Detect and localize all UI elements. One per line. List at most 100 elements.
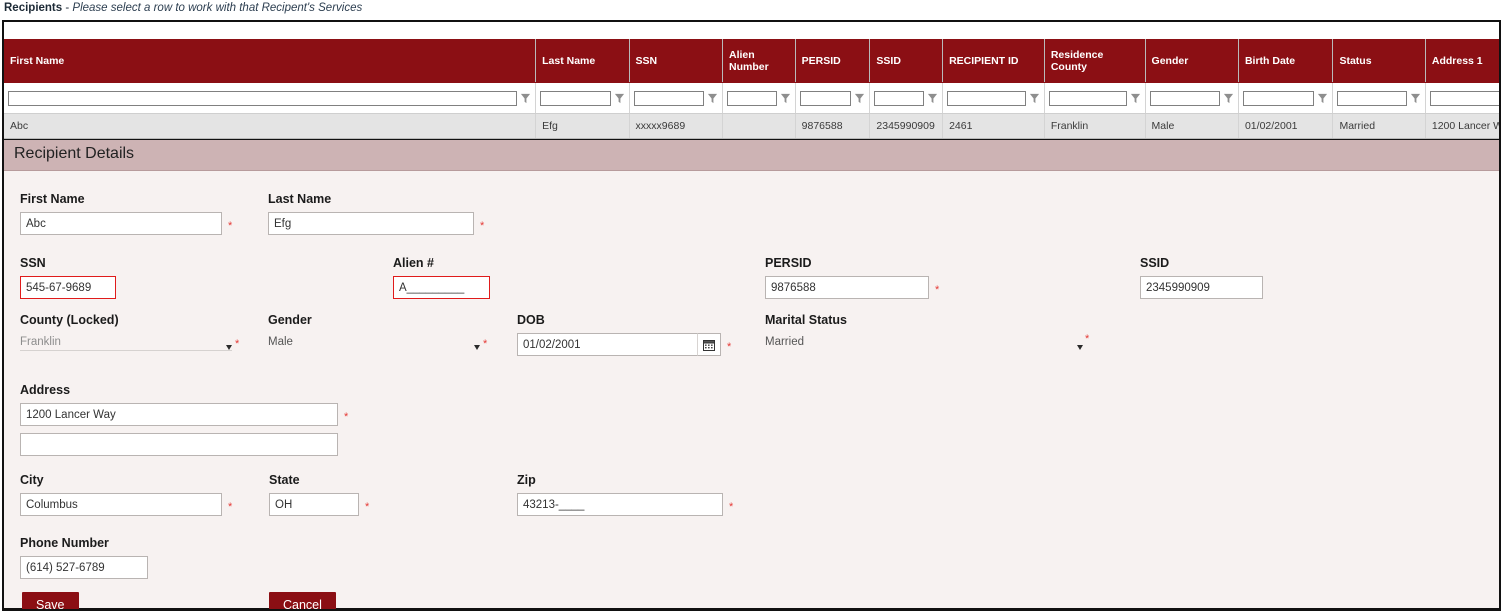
- filter-input-address_1[interactable]: [1429, 90, 1499, 106]
- filter-input-status[interactable]: [1337, 90, 1407, 106]
- cell-alien_number[interactable]: [722, 113, 796, 139]
- cell-ssid[interactable]: 2345990909: [869, 113, 944, 139]
- next-row-cell-status[interactable]: [1333, 610, 1425, 611]
- zip-label: Zip: [517, 473, 536, 487]
- funnel-icon[interactable]: [854, 93, 865, 104]
- column-header-recipient_id[interactable]: RECIPIENT ID: [942, 39, 1045, 83]
- filter-input-ssn[interactable]: [633, 90, 704, 106]
- marital-status-label: Marital Status: [765, 313, 847, 327]
- next-row-cell-recipient_id[interactable]: [943, 610, 1045, 611]
- column-header-ssn[interactable]: SSN: [629, 39, 723, 83]
- alien-number-field: Alien # A_________: [393, 256, 490, 299]
- filter-input-ssid[interactable]: [874, 90, 925, 106]
- address-label: Address: [20, 383, 71, 397]
- gender-dropdown[interactable]: Male: [268, 331, 480, 353]
- calendar-icon[interactable]: [697, 333, 721, 356]
- dob-input[interactable]: 01/02/2001: [517, 333, 697, 356]
- column-header-gender[interactable]: Gender: [1145, 39, 1239, 83]
- first-name-required-marker: *: [228, 219, 233, 232]
- page-title-sub: Please select a row to work with that Re…: [72, 2, 363, 14]
- next-row-cell-address_1[interactable]: [1425, 610, 1501, 611]
- recipients-page: Recipients - Please select a row to work…: [0, 0, 1503, 613]
- address-line2-input[interactable]: [20, 433, 338, 456]
- filter-input-first_name[interactable]: [8, 90, 518, 106]
- ssid-label: SSID: [1140, 256, 1170, 270]
- ssid-input[interactable]: 2345990909: [1140, 276, 1263, 299]
- next-row-cell-alien_number[interactable]: [722, 610, 795, 611]
- marital-status-required-marker: *: [1085, 333, 1090, 345]
- filter-input-persid[interactable]: [799, 90, 852, 106]
- cell-gender[interactable]: Male: [1145, 113, 1239, 139]
- alien-number-input[interactable]: A_________: [393, 276, 490, 299]
- cell-persid[interactable]: 9876588: [795, 113, 871, 139]
- column-header-birth_date[interactable]: Birth Date: [1238, 39, 1334, 83]
- grid-next-row-table: [4, 610, 1501, 611]
- cancel-button[interactable]: Cancel: [269, 592, 336, 609]
- recipient-details-panel: Recipient Details First Name Abc * Last …: [4, 139, 1499, 609]
- column-header-first_name[interactable]: First Name: [4, 39, 537, 83]
- funnel-icon[interactable]: [707, 93, 718, 104]
- next-row-cell-birth_date[interactable]: [1238, 610, 1332, 611]
- funnel-icon[interactable]: [1130, 93, 1141, 104]
- table-filter-row: [4, 82, 1499, 114]
- funnel-icon[interactable]: [614, 93, 625, 104]
- next-row-cell-ssid[interactable]: [870, 610, 943, 611]
- last-name-input[interactable]: Efg: [268, 212, 474, 235]
- filter-input-last_name[interactable]: [540, 90, 611, 106]
- dob-datepicker[interactable]: 01/02/2001: [517, 333, 721, 356]
- next-row-cell-gender[interactable]: [1145, 610, 1238, 611]
- table-row[interactable]: Abc Efg xxxxx9689 9876588 2345990909 2461 Fran…: [4, 113, 1499, 139]
- next-row-cell-ssn[interactable]: [629, 610, 722, 611]
- chevron-down-icon: [474, 345, 480, 350]
- address-line1-input[interactable]: 1200 Lancer Way: [20, 403, 338, 426]
- column-header-ssid[interactable]: SSID: [869, 39, 944, 83]
- filter-cell-status: [1332, 82, 1426, 114]
- phone-input[interactable]: (614) 527-6789: [20, 556, 148, 579]
- cell-last_name[interactable]: Efg: [535, 113, 630, 139]
- funnel-icon[interactable]: [1410, 93, 1421, 104]
- city-input[interactable]: Columbus: [20, 493, 222, 516]
- filter-input-birth_date[interactable]: [1242, 90, 1315, 106]
- next-row-cell-last_name[interactable]: [536, 610, 629, 611]
- funnel-icon[interactable]: [780, 93, 791, 104]
- cell-address_1[interactable]: 1200 Lancer Way: [1425, 113, 1499, 139]
- cell-residence_county[interactable]: Franklin: [1044, 113, 1146, 139]
- zip-field: Zip 43213-____ *: [517, 473, 733, 516]
- state-required-marker: *: [365, 500, 370, 513]
- persid-input[interactable]: 9876588: [765, 276, 929, 299]
- column-header-last_name[interactable]: Last Name: [535, 39, 630, 83]
- state-input[interactable]: OH: [269, 493, 359, 516]
- funnel-icon[interactable]: [1223, 93, 1234, 104]
- column-header-persid[interactable]: PERSID: [795, 39, 871, 83]
- next-row-cell-first_name[interactable]: [4, 610, 536, 611]
- funnel-icon[interactable]: [520, 93, 531, 104]
- cell-recipient_id[interactable]: 2461: [942, 113, 1045, 139]
- next-row-cell-persid[interactable]: [795, 610, 870, 611]
- next-row-cell-residence_county[interactable]: [1044, 610, 1145, 611]
- column-header-alien_number[interactable]: Alien Number: [722, 39, 796, 83]
- zip-required-marker: *: [729, 500, 734, 513]
- ssn-input[interactable]: 545-67-9689: [20, 276, 116, 299]
- filter-input-recipient_id[interactable]: [947, 90, 1026, 106]
- cell-birth_date[interactable]: 01/02/2001: [1238, 113, 1334, 139]
- cell-status[interactable]: Married: [1332, 113, 1426, 139]
- marital-status-dropdown[interactable]: Married: [765, 331, 1083, 353]
- column-header-residence_county[interactable]: Residence County: [1044, 39, 1146, 83]
- page-title-sep: -: [62, 2, 73, 14]
- funnel-icon[interactable]: [927, 93, 938, 104]
- dob-required-marker: *: [727, 340, 732, 353]
- column-header-status[interactable]: Status: [1332, 39, 1426, 83]
- cell-ssn[interactable]: xxxxx9689: [629, 113, 723, 139]
- save-button[interactable]: Save: [22, 592, 79, 609]
- table-row[interactable]: [4, 610, 1501, 611]
- cell-first_name[interactable]: Abc: [4, 113, 537, 139]
- filter-input-gender[interactable]: [1149, 90, 1220, 106]
- funnel-icon[interactable]: [1029, 93, 1040, 104]
- column-header-address_1[interactable]: Address 1: [1425, 39, 1499, 83]
- zip-input[interactable]: 43213-____: [517, 493, 723, 516]
- filter-input-alien_number[interactable]: [726, 90, 777, 106]
- filter-cell-ssn: [629, 82, 723, 114]
- filter-input-residence_county[interactable]: [1048, 90, 1127, 106]
- funnel-icon[interactable]: [1317, 93, 1328, 104]
- first-name-input[interactable]: Abc: [20, 212, 222, 235]
